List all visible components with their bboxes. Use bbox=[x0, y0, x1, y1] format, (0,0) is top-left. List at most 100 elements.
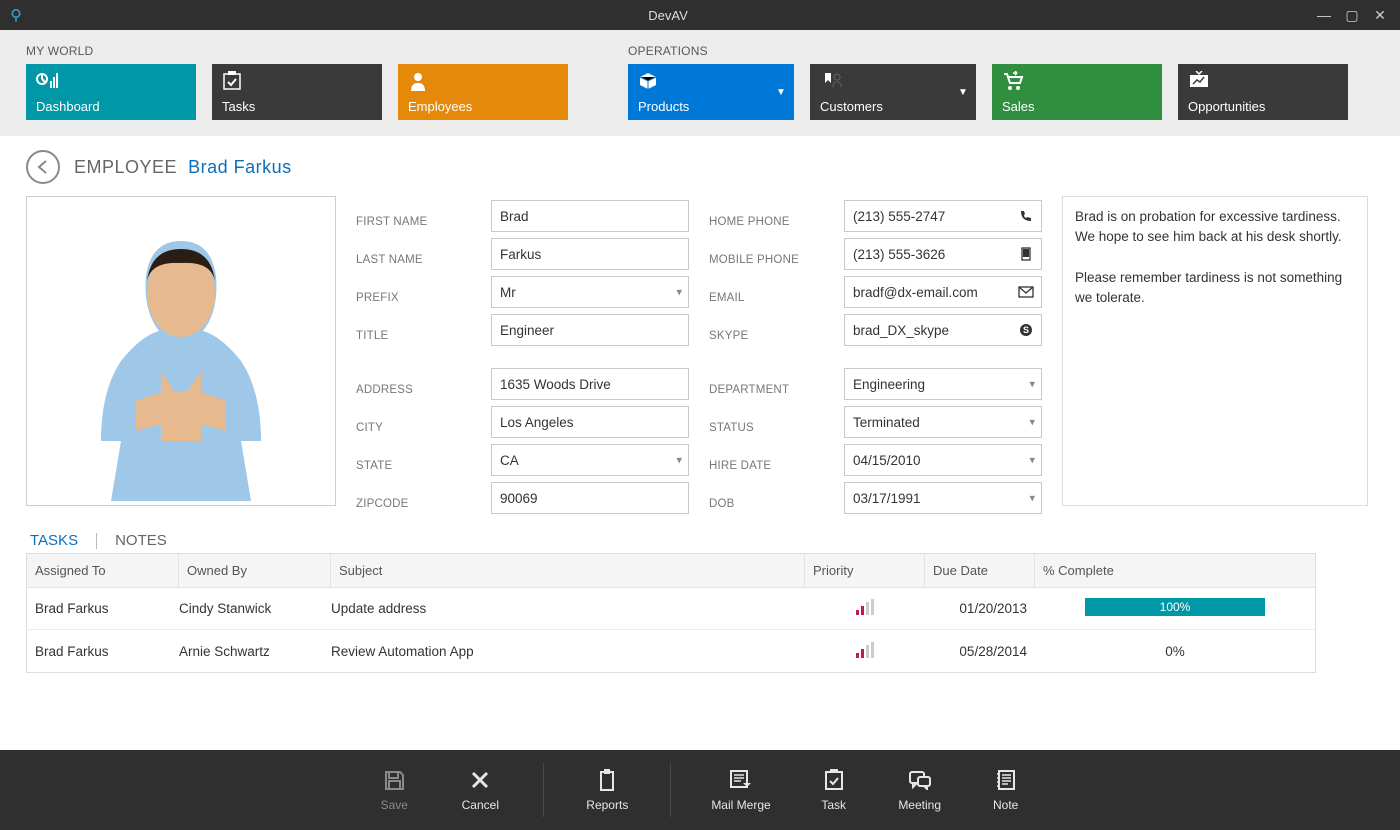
label-status: STATUS bbox=[709, 412, 824, 444]
first-name-field[interactable]: Brad bbox=[491, 200, 689, 232]
save-icon bbox=[383, 768, 405, 792]
tab-notes[interactable]: NOTES bbox=[115, 532, 167, 549]
address-field[interactable]: 1635 Woods Drive bbox=[491, 368, 689, 400]
table-row[interactable]: Brad Farkus Arnie Schwartz Review Automa… bbox=[27, 630, 1315, 672]
title-field[interactable]: Engineer bbox=[491, 314, 689, 346]
col-owned[interactable]: Owned By bbox=[179, 554, 331, 587]
tile-opportunities[interactable]: Opportunities bbox=[1178, 64, 1348, 120]
department-field[interactable]: Engineering▾ bbox=[844, 368, 1042, 400]
tile-dashboard[interactable]: Dashboard bbox=[26, 64, 196, 120]
email-field[interactable]: bradf@dx-email.com bbox=[844, 276, 1042, 308]
bottom-toolbar: Save Cancel Reports Mail Merge Task Meet… bbox=[0, 750, 1400, 830]
meeting-icon bbox=[908, 768, 932, 792]
dob-field[interactable]: 03/17/1991▾ bbox=[844, 482, 1042, 514]
meeting-button[interactable]: Meeting bbox=[897, 768, 943, 812]
col-assigned[interactable]: Assigned To bbox=[27, 554, 179, 587]
col-complete[interactable]: % Complete bbox=[1035, 554, 1315, 587]
label-title: TITLE bbox=[356, 320, 471, 352]
label-city: CITY bbox=[356, 412, 471, 444]
tile-products-dropdown[interactable]: ▼ bbox=[768, 64, 794, 120]
label-zipcode: ZIPCODE bbox=[356, 488, 471, 520]
meeting-label: Meeting bbox=[898, 798, 941, 812]
tasks-table: Assigned To Owned By Subject Priority Du… bbox=[26, 553, 1316, 673]
tasks-icon bbox=[222, 70, 372, 92]
tile-products[interactable]: Products bbox=[628, 64, 768, 120]
table-row[interactable]: Brad Farkus Cindy Stanwick Update addres… bbox=[27, 588, 1315, 630]
status-field[interactable]: Terminated▾ bbox=[844, 406, 1042, 438]
task-label: Task bbox=[821, 798, 846, 812]
cancel-button[interactable]: Cancel bbox=[457, 768, 503, 812]
tile-customers[interactable]: Customers bbox=[810, 64, 950, 120]
label-home-phone: HOME PHONE bbox=[709, 206, 824, 238]
tile-employees[interactable]: Employees bbox=[398, 64, 568, 120]
tab-tasks[interactable]: TASKS bbox=[30, 532, 78, 549]
cell-priority bbox=[805, 642, 925, 661]
minimize-button[interactable]: — bbox=[1310, 7, 1338, 23]
reports-label: Reports bbox=[586, 798, 628, 812]
detail-tabs: TASKS NOTES bbox=[26, 532, 1374, 549]
home-phone-field[interactable]: (213) 555-2747 bbox=[844, 200, 1042, 232]
skype-icon: S bbox=[1017, 321, 1035, 339]
label-mobile-phone: MOBILE PHONE bbox=[709, 244, 824, 276]
note-button[interactable]: Note bbox=[983, 768, 1029, 812]
note-p2: Please remember tardiness is not somethi… bbox=[1075, 268, 1355, 309]
prefix-field[interactable]: Mr▾ bbox=[491, 276, 689, 308]
label-email: EMAIL bbox=[709, 282, 824, 314]
close-button[interactable]: ✕ bbox=[1366, 7, 1394, 24]
chevron-down-icon: ▾ bbox=[676, 286, 682, 299]
label-last-name: LAST NAME bbox=[356, 244, 471, 276]
task-button[interactable]: Task bbox=[811, 768, 857, 812]
hire-date-field[interactable]: 04/15/2010▾ bbox=[844, 444, 1042, 476]
mail-merge-button[interactable]: Mail Merge bbox=[711, 768, 770, 812]
cell-complete: 0% bbox=[1035, 644, 1315, 659]
back-button[interactable] bbox=[26, 150, 60, 184]
tile-tasks-label: Tasks bbox=[222, 99, 372, 114]
arrow-left-icon bbox=[35, 159, 51, 175]
note-label: Note bbox=[993, 798, 1018, 812]
page-title-name: Brad Farkus bbox=[188, 157, 292, 177]
table-header: Assigned To Owned By Subject Priority Du… bbox=[27, 554, 1315, 588]
tile-sales-label: Sales bbox=[1002, 99, 1152, 114]
nav-group-operations: Products ▼ Customers ▼ Sales bbox=[628, 64, 1348, 120]
cell-due: 01/20/2013 bbox=[925, 601, 1035, 616]
mobile-phone-field[interactable]: (213) 555-3626 bbox=[844, 238, 1042, 270]
priority-bars-icon bbox=[856, 642, 874, 658]
nav-group-operations-label: OPERATIONS bbox=[628, 44, 1348, 58]
cell-due: 05/28/2014 bbox=[925, 644, 1035, 659]
note-p1: Brad is on probation for excessive tardi… bbox=[1075, 207, 1355, 248]
skype-field[interactable]: brad_DX_skypeS bbox=[844, 314, 1042, 346]
note-icon bbox=[996, 768, 1016, 792]
reports-button[interactable]: Reports bbox=[584, 768, 630, 812]
form-fields-col1: Brad Farkus Mr▾ Engineer 1635 Woods Driv… bbox=[491, 196, 689, 514]
chevron-down-icon: ▼ bbox=[776, 87, 786, 98]
city-field[interactable]: Los Angeles bbox=[491, 406, 689, 438]
tile-tasks[interactable]: Tasks bbox=[212, 64, 382, 120]
tile-customers-label: Customers bbox=[820, 99, 940, 114]
col-due[interactable]: Due Date bbox=[925, 554, 1035, 587]
col-priority[interactable]: Priority bbox=[805, 554, 925, 587]
cancel-icon bbox=[470, 768, 490, 792]
opportunities-icon bbox=[1188, 70, 1338, 92]
last-name-field[interactable]: Farkus bbox=[491, 238, 689, 270]
page-title-kind: EMPLOYEE bbox=[74, 157, 177, 177]
maximize-button[interactable]: ▢ bbox=[1338, 7, 1366, 24]
form-fields-col2: (213) 555-2747 (213) 555-3626 bradf@dx-e… bbox=[844, 196, 1042, 514]
label-department: DEPARTMENT bbox=[709, 374, 824, 406]
cell-subject: Update address bbox=[331, 601, 805, 616]
employee-note[interactable]: Brad is on probation for excessive tardi… bbox=[1062, 196, 1368, 506]
tile-sales[interactable]: Sales bbox=[992, 64, 1162, 120]
priority-bars-icon bbox=[856, 599, 874, 615]
cell-owned: Arnie Schwartz bbox=[179, 644, 331, 659]
tile-customers-dropdown[interactable]: ▼ bbox=[950, 64, 976, 120]
tile-products-label: Products bbox=[638, 99, 758, 114]
state-field[interactable]: CA▾ bbox=[491, 444, 689, 476]
reports-icon bbox=[597, 768, 617, 792]
cell-subject: Review Automation App bbox=[331, 644, 805, 659]
content-area: EMPLOYEE Brad Farkus FIRST NAME LAST NAM… bbox=[0, 136, 1400, 673]
save-button[interactable]: Save bbox=[371, 768, 417, 812]
zipcode-field[interactable]: 90069 bbox=[491, 482, 689, 514]
label-dob: DOB bbox=[709, 488, 824, 520]
cell-priority bbox=[805, 599, 925, 618]
chevron-down-icon: ▾ bbox=[1029, 454, 1035, 467]
col-subject[interactable]: Subject bbox=[331, 554, 805, 587]
